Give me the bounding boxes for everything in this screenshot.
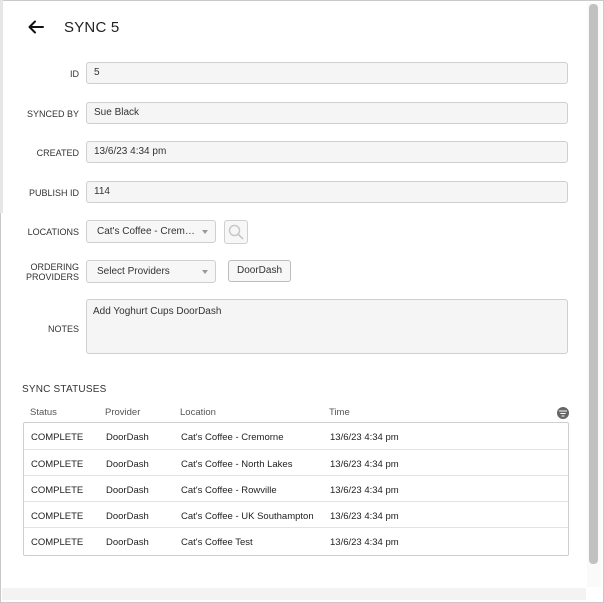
page-title: SYNC 5 <box>64 18 120 36</box>
time-cell: 13/6/23 4:34 pm <box>330 511 399 522</box>
provider-chip-doordash[interactable]: DoorDash <box>228 260 292 282</box>
provider-cell: DoorDash <box>106 432 149 443</box>
column-header-time: Time <box>329 407 350 418</box>
table-row[interactable]: COMPLETE DoorDash Cat's Coffee - UK Sout… <box>24 501 568 528</box>
search-icon <box>228 224 244 240</box>
location-cell: Cat's Coffee - Rowville <box>181 485 277 496</box>
status-cell: COMPLETE <box>31 459 84 470</box>
column-header-location: Location <box>180 407 216 418</box>
provider-cell: DoorDash <box>106 511 149 522</box>
table-row[interactable]: COMPLETE DoorDash Cat's Coffee - North L… <box>24 449 568 476</box>
notes-label: NOTES <box>47 324 79 334</box>
table-row[interactable]: COMPLETE DoorDash Cat's Coffee - Rowvill… <box>24 475 568 502</box>
provider-cell: DoorDash <box>106 485 149 496</box>
providers-dropdown[interactable]: Select Providers <box>86 260 216 283</box>
back-button[interactable] <box>26 17 46 37</box>
table-row[interactable]: COMPLETE DoorDash Cat's Coffee Test 13/6… <box>24 527 568 554</box>
filter-icon <box>559 409 567 417</box>
ordering-providers-label-line2: PROVIDERS <box>25 272 79 282</box>
id-field[interactable]: 5 <box>86 62 568 84</box>
status-cell: COMPLETE <box>31 511 84 522</box>
chevron-down-icon <box>202 270 208 274</box>
left-rail <box>0 0 3 213</box>
publish-id-label: PUBLISH ID <box>28 188 79 198</box>
table-row[interactable]: COMPLETE DoorDash Cat's Coffee - Cremorn… <box>24 423 568 449</box>
created-field[interactable]: 13/6/23 4:34 pm <box>86 141 568 163</box>
scrollbar-thumb[interactable] <box>589 4 598 564</box>
ordering-providers-label: ORDERING PROVIDERS <box>0 262 79 282</box>
location-cell: Cat's Coffee - North Lakes <box>181 459 293 470</box>
provider-cell: DoorDash <box>106 537 149 548</box>
notes-textarea[interactable]: Add Yoghurt Cups DoorDash <box>86 299 568 354</box>
column-header-provider: Provider <box>105 407 141 418</box>
providers-placeholder: Select Providers <box>97 266 170 277</box>
column-header-status: Status <box>30 407 57 418</box>
synced-by-field[interactable]: Sue Black <box>86 102 568 124</box>
sync-statuses-title: SYNC STATUSES <box>22 384 107 395</box>
status-cell: COMPLETE <box>31 432 84 443</box>
id-label: ID <box>70 69 79 79</box>
location-cell: Cat's Coffee - Cremorne <box>181 432 284 443</box>
page-header: SYNC 5 <box>26 14 119 40</box>
locations-dropdown[interactable]: Cat's Coffee - Cremo... <box>86 220 216 243</box>
ordering-providers-label-line1: ORDERING <box>30 262 79 272</box>
vertical-scrollbar[interactable] <box>587 2 601 587</box>
sync-statuses-table: COMPLETE DoorDash Cat's Coffee - Cremorn… <box>23 422 569 556</box>
chevron-down-icon <box>202 230 208 234</box>
time-cell: 13/6/23 4:34 pm <box>330 537 399 548</box>
locations-label: LOCATIONS <box>27 227 79 237</box>
created-label: CREATED <box>36 148 79 158</box>
location-cell: Cat's Coffee Test <box>181 537 253 548</box>
location-cell: Cat's Coffee - UK Southampton <box>181 511 314 522</box>
time-cell: 13/6/23 4:34 pm <box>330 459 399 470</box>
locations-search-button[interactable] <box>224 220 248 244</box>
time-cell: 13/6/23 4:34 pm <box>330 485 399 496</box>
status-cell: COMPLETE <box>31 537 84 548</box>
status-cell: COMPLETE <box>31 485 84 496</box>
locations-selected: Cat's Coffee - Cremo... <box>97 226 199 237</box>
time-cell: 13/6/23 4:34 pm <box>330 432 399 443</box>
filter-button[interactable] <box>557 407 569 419</box>
publish-id-field[interactable]: 114 <box>86 181 568 203</box>
synced-by-label: SYNCED BY <box>26 109 79 119</box>
provider-cell: DoorDash <box>106 459 149 470</box>
bottom-bar <box>2 588 586 600</box>
arrow-left-icon <box>28 20 44 34</box>
